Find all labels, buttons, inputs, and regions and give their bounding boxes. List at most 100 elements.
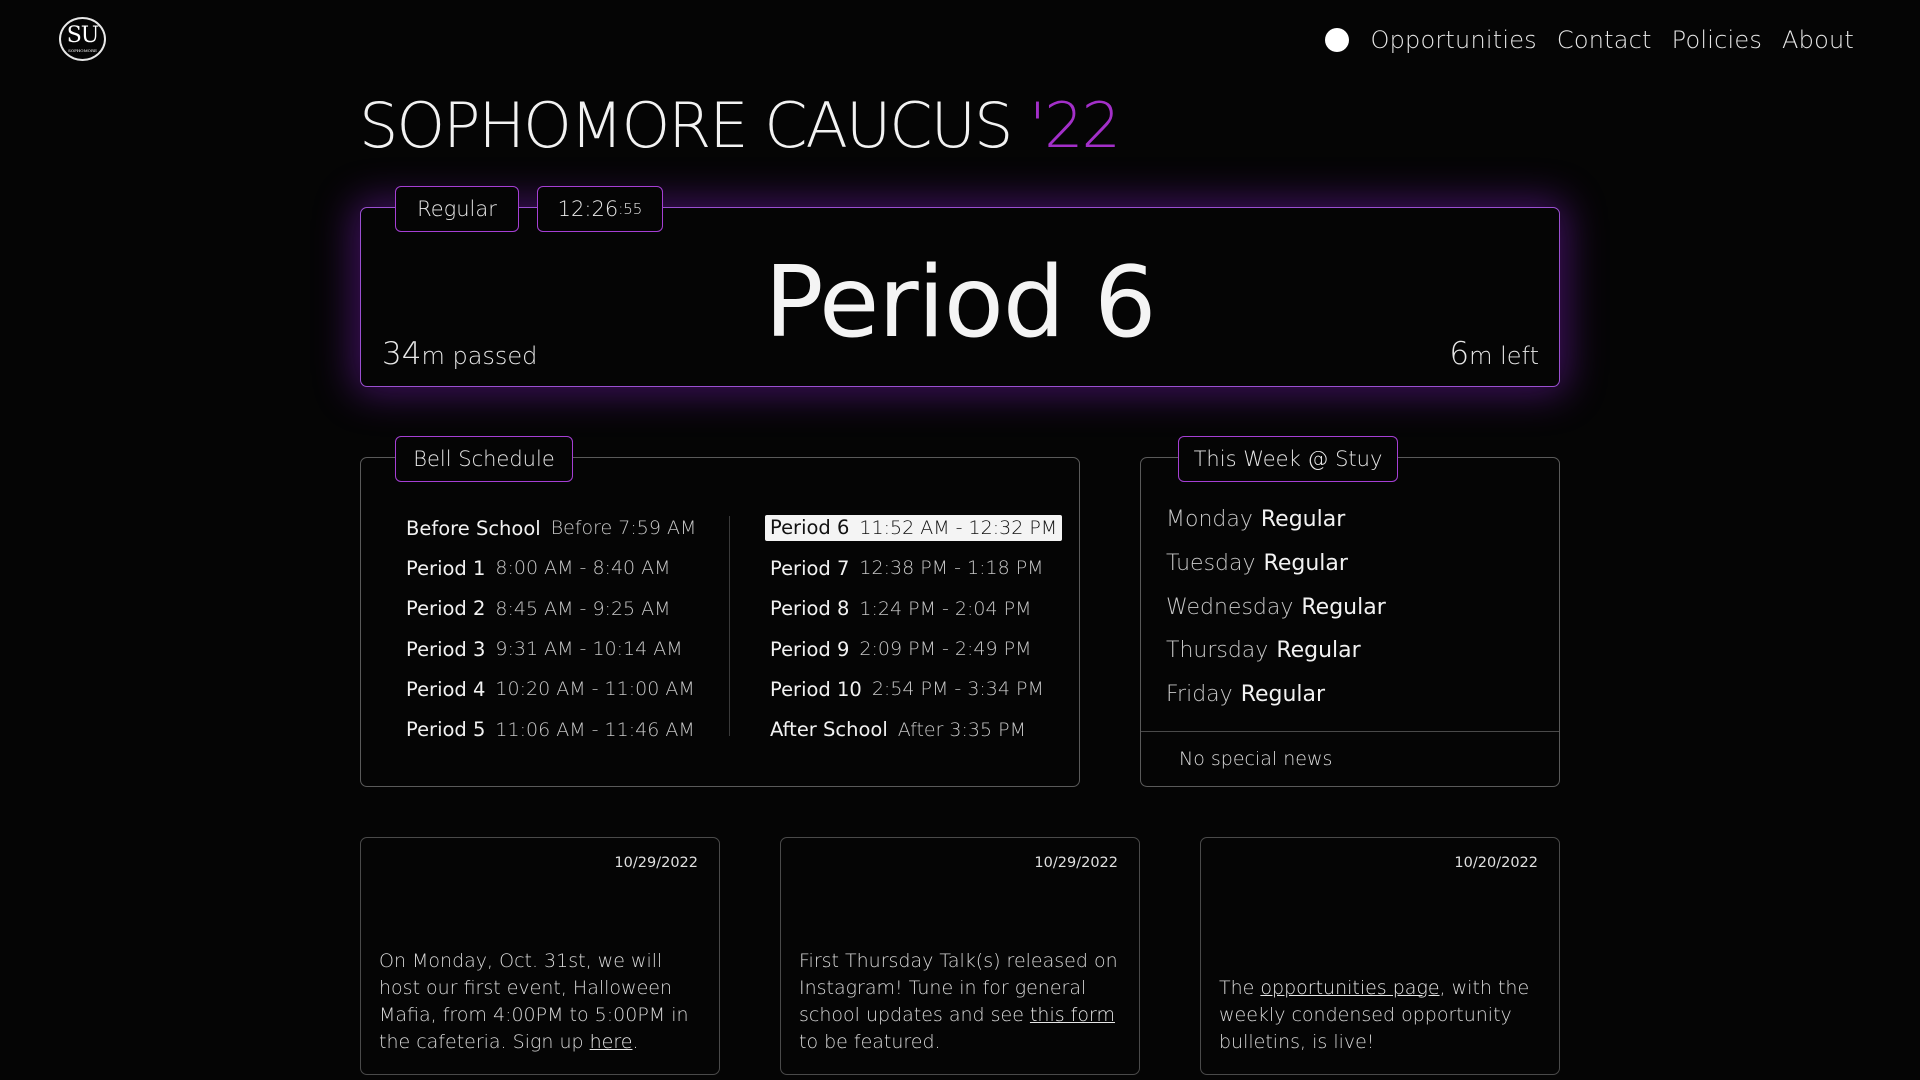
announcement-date: 10/20/2022 xyxy=(1454,855,1538,871)
time-left: 6m left xyxy=(1449,336,1539,372)
week-day-row: Tuesday Regular xyxy=(1166,542,1386,586)
theme-toggle-icon[interactable] xyxy=(1324,28,1349,52)
nav-link-policies[interactable]: Policies xyxy=(1672,26,1762,54)
schedule-period-name: Period 10 xyxy=(770,677,862,701)
time-left-value: 6 xyxy=(1449,336,1470,372)
week-day-row: Thursday Regular xyxy=(1166,629,1386,673)
announcement-text-part: The xyxy=(1219,977,1261,999)
week-day-row: Wednesday Regular xyxy=(1166,585,1386,629)
announcement-text-part: to be featured. xyxy=(799,1031,941,1053)
week-day-schedule: Regular xyxy=(1263,551,1348,577)
announcement-text-part: On Monday, Oct. 31st, we will host our f… xyxy=(379,950,689,1053)
bell-schedule-panel: Bell Schedule Before School Before 7:59 A… xyxy=(360,436,1080,787)
week-day-row: Monday Regular xyxy=(1166,498,1386,542)
week-day-name: Wednesday xyxy=(1166,594,1294,620)
schedule-period-name: Period 9 xyxy=(770,637,850,661)
announcement-date: 10/29/2022 xyxy=(614,855,698,871)
schedule-period-time: After 3:35 PM xyxy=(897,718,1026,741)
schedule-row: Period 4 10:20 AM - 11:00 AM xyxy=(406,669,696,709)
schedule-period-name: Period 7 xyxy=(770,556,850,580)
special-news-text: No special news xyxy=(1179,748,1333,770)
schedule-period-time: 9:31 AM - 10:14 AM xyxy=(495,638,683,661)
schedule-period-name: Period 6 xyxy=(770,516,850,540)
schedule-period-name: Period 5 xyxy=(406,718,486,742)
schedule-period-time: 10:20 AM - 11:00 AM xyxy=(495,678,695,701)
schedule-column-divider xyxy=(729,516,730,736)
page-title-year: '22 xyxy=(1029,89,1121,162)
schedule-period-time: 12:38 PM - 1:18 PM xyxy=(859,557,1044,580)
week-day-schedule: Regular xyxy=(1276,638,1361,664)
schedule-period-time: 1:24 PM - 2:04 PM xyxy=(859,597,1032,620)
nav-link-about[interactable]: About xyxy=(1782,26,1854,54)
schedule-period-name: Period 3 xyxy=(406,637,486,661)
schedule-period-name: After School xyxy=(770,718,888,742)
schedule-period-time: 11:06 AM - 11:46 AM xyxy=(495,718,695,741)
bell-schedule-label: Bell Schedule xyxy=(395,436,573,482)
clock-badge: 12:26:55 xyxy=(537,186,663,232)
top-nav: Opportunities Contact Policies About xyxy=(1324,26,1854,54)
current-period-name: Period 6 xyxy=(764,246,1156,360)
schedule-row-current: Period 6 11:52 AM - 12:32 PM xyxy=(765,508,1063,548)
current-period-highlight: Period 6 11:52 AM - 12:32 PM xyxy=(765,515,1063,542)
page-title: SOPHOMORE CAUCUS '22 xyxy=(359,89,1121,162)
schedule-row: Period 8 1:24 PM - 2:04 PM xyxy=(770,589,1062,629)
announcement-text: First Thursday Talk(s) released on Insta… xyxy=(799,948,1123,1056)
time-left-unit: m left xyxy=(1469,342,1539,370)
current-period-panel: Regular 12:26:55 Period 6 34m passed 6m … xyxy=(360,186,1560,387)
week-day-name: Monday xyxy=(1166,507,1253,533)
clock-seconds: :55 xyxy=(618,200,643,218)
clock-hours-minutes: 12:26 xyxy=(557,197,619,221)
schedule-period-name: Period 2 xyxy=(406,597,486,621)
time-passed-unit: m passed xyxy=(421,342,538,370)
week-day-name: Thursday xyxy=(1166,638,1269,664)
announcement-link-opportunities[interactable]: opportunities page xyxy=(1260,977,1439,999)
schedule-row: Period 5 11:06 AM - 11:46 AM xyxy=(406,709,696,749)
announcement-text: The opportunities page, with the weekly … xyxy=(1219,975,1543,1056)
schedule-row: Before School Before 7:59 AM xyxy=(406,508,696,548)
week-day-schedule: Regular xyxy=(1260,507,1346,533)
announcement-link-form[interactable]: this form xyxy=(1030,1004,1115,1026)
week-news-divider xyxy=(1141,731,1559,732)
schedule-type-badge: Regular xyxy=(395,186,519,232)
week-day-name: Tuesday xyxy=(1166,551,1256,577)
schedule-period-name: Before School xyxy=(406,516,541,540)
announcement-card: 10/29/2022 First Thursday Talk(s) releas… xyxy=(780,837,1140,1075)
announcement-text: On Monday, Oct. 31st, we will host our f… xyxy=(379,948,703,1056)
schedule-period-name: Period 8 xyxy=(770,597,850,621)
schedule-row: Period 10 2:54 PM - 3:34 PM xyxy=(770,669,1062,709)
announcement-card: 10/29/2022 On Monday, Oct. 31st, we will… xyxy=(360,837,720,1075)
schedule-period-time: 2:09 PM - 2:49 PM xyxy=(859,638,1032,661)
announcement-link-signup[interactable]: here xyxy=(590,1031,633,1053)
week-day-row: Friday Regular xyxy=(1166,673,1386,717)
this-week-panel: This Week @ Stuy Monday Regular Tuesday Re… xyxy=(1140,436,1560,787)
schedule-row: Period 9 2:09 PM - 2:49 PM xyxy=(770,629,1062,669)
bell-schedule-left-column: Before School Before 7:59 AM Period 1 8:00… xyxy=(406,508,696,750)
nav-link-opportunities[interactable]: Opportunities xyxy=(1371,26,1537,54)
schedule-period-time: 8:45 AM - 9:25 AM xyxy=(495,597,671,620)
logo-monogram: SU xyxy=(66,23,100,48)
time-passed: 34m passed xyxy=(382,336,537,372)
week-day-schedule: Regular xyxy=(1301,594,1386,620)
week-day-name: Friday xyxy=(1166,682,1233,708)
schedule-row: Period 1 8:00 AM - 8:40 AM xyxy=(406,548,696,588)
schedule-period-time: 8:00 AM - 8:40 AM xyxy=(495,557,671,580)
schedule-period-name: Period 1 xyxy=(406,556,486,580)
time-passed-value: 34 xyxy=(382,336,422,372)
logo-subtext: SOPHOMORE xyxy=(68,48,97,53)
this-week-label: This Week @ Stuy xyxy=(1178,436,1398,482)
schedule-period-time: Before 7:59 AM xyxy=(550,517,697,540)
nav-link-contact[interactable]: Contact xyxy=(1557,26,1652,54)
schedule-period-time: 2:54 PM - 3:34 PM xyxy=(871,678,1044,701)
schedule-period-time: 11:52 AM - 12:32 PM xyxy=(859,516,1058,539)
page-title-main: SOPHOMORE CAUCUS xyxy=(359,89,1030,162)
week-day-schedule: Regular xyxy=(1240,682,1326,708)
week-day-list: Monday Regular Tuesday Regular Wednesday Re… xyxy=(1166,498,1386,716)
announcement-text-part: . xyxy=(632,1031,639,1053)
schedule-row: Period 7 12:38 PM - 1:18 PM xyxy=(770,548,1062,588)
schedule-period-name: Period 4 xyxy=(406,677,486,701)
schedule-row: After School After 3:35 PM xyxy=(770,709,1062,749)
schedule-row: Period 2 8:45 AM - 9:25 AM xyxy=(406,589,696,629)
site-logo[interactable]: SU SOPHOMORE xyxy=(59,17,106,61)
announcement-date: 10/29/2022 xyxy=(1034,855,1118,871)
bell-schedule-right-column: Period 6 11:52 AM - 12:32 PM Period 7 12:3… xyxy=(765,508,1063,750)
